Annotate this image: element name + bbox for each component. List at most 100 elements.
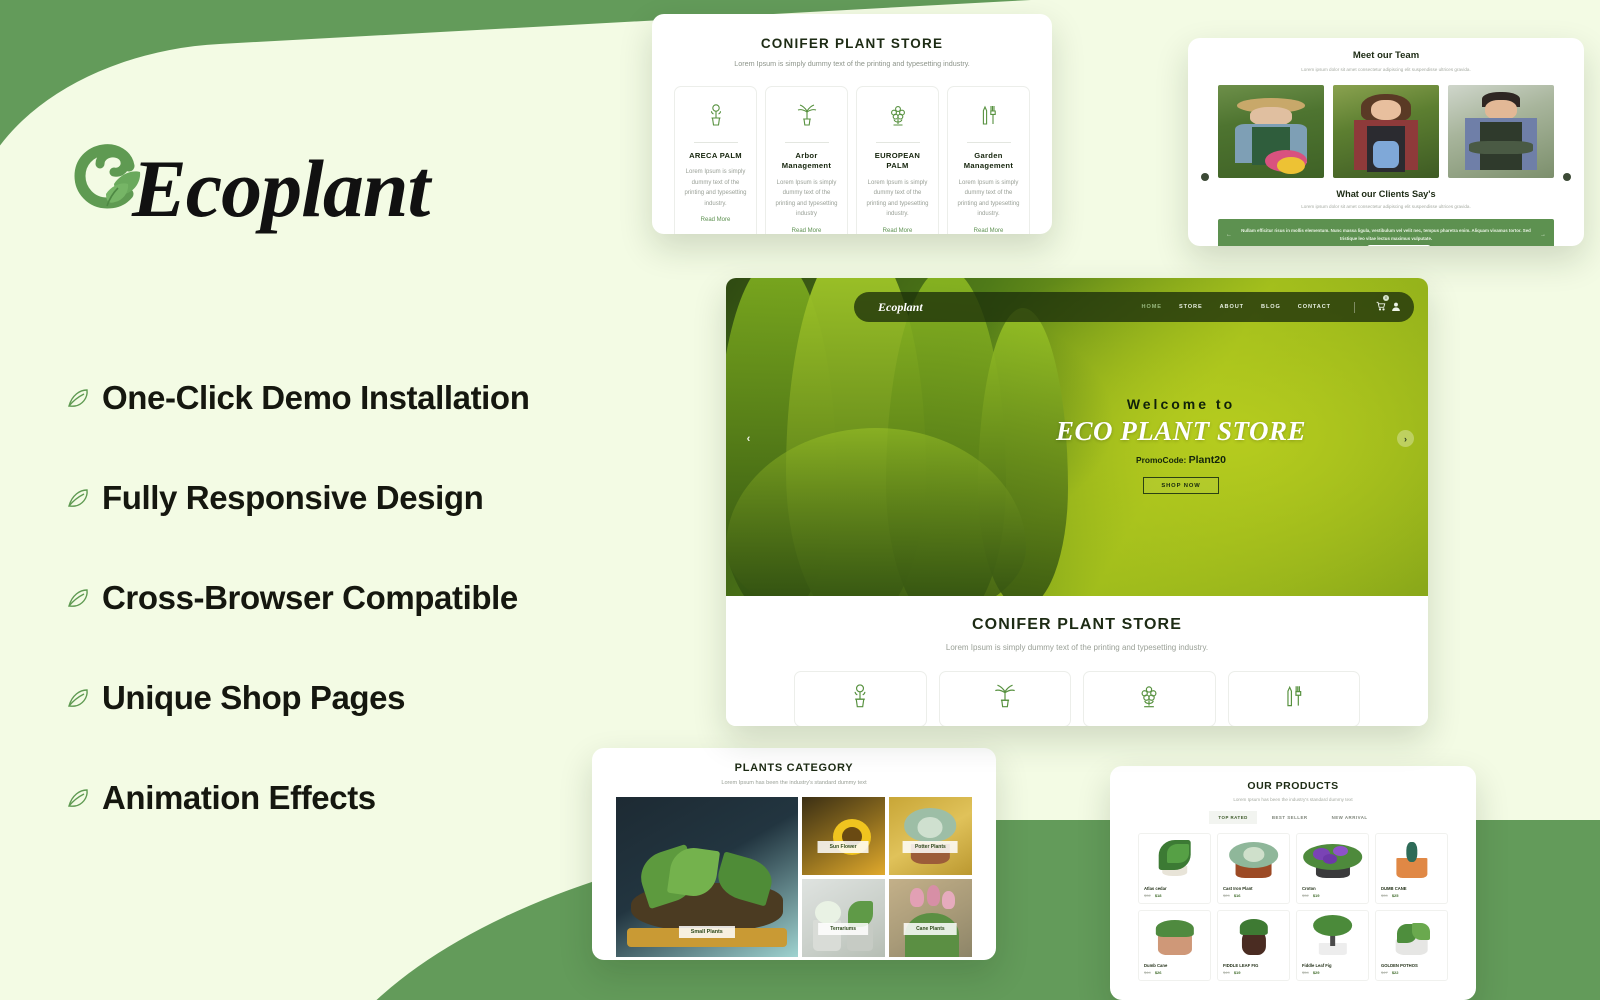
leaf-bullet-icon: [66, 687, 102, 709]
hero-next-arrow[interactable]: ›: [1397, 430, 1414, 447]
team-member-photo[interactable]: [1448, 84, 1554, 178]
section-card[interactable]: [794, 671, 927, 726]
service-card[interactable]: EUROPEAN PALM Lorem Ipsum is simply dumm…: [856, 86, 939, 234]
section-title: CONIFER PLANT STORE: [972, 616, 1182, 633]
feature-list: One-Click Demo Installation Fully Respon…: [66, 348, 626, 848]
product-name: Atlas cedar: [1144, 886, 1167, 891]
service-name: Garden Management: [963, 151, 1014, 171]
service-card[interactable]: Garden Management Lorem Ipsum is simply …: [947, 86, 1030, 234]
our-products-preview-card[interactable]: OUR PRODUCTS Lorem Ipsum has been the in…: [1110, 766, 1476, 1000]
feature-item: Animation Effects: [66, 748, 626, 848]
category-label: Small Plants: [678, 925, 735, 938]
hero-title: ECO PLANT STORE: [1055, 416, 1306, 446]
product-card[interactable]: DUMB CANE $39 $25: [1375, 833, 1448, 904]
nav-links: HOME STORE ABOUT BLOG CONTACT 0: [1142, 295, 1400, 316]
section-card[interactable]: [1227, 671, 1360, 726]
product-price: $32 $19: [1297, 891, 1368, 898]
tab-top-rated[interactable]: TOP RATED: [1209, 811, 1257, 824]
hero-prev-arrow[interactable]: ‹: [740, 430, 757, 447]
product-name: Croton: [1302, 886, 1316, 891]
read-more-link[interactable]: Read More: [955, 228, 1022, 234]
feature-label: Animation Effects: [102, 779, 376, 816]
testimonial-next-arrow[interactable]: →: [1540, 232, 1546, 238]
product-image: [1218, 834, 1289, 882]
product-old-price: $32: [1144, 893, 1151, 898]
service-card[interactable]: Arbor Management Lorem Ipsum is simply d…: [765, 86, 848, 234]
product-card[interactable]: Cast Iron Plant $29 $16: [1217, 833, 1290, 904]
product-old-price: $29: [1223, 893, 1230, 898]
testimonial-prev-arrow[interactable]: ←: [1226, 232, 1232, 238]
shopping-cart-icon[interactable]: 0: [1376, 295, 1389, 316]
nav-link-contact[interactable]: CONTACT: [1298, 304, 1331, 310]
category-featured-tile[interactable]: Small Plants: [616, 797, 798, 957]
product-old-price: $44: [1144, 970, 1151, 975]
team-member-photo[interactable]: [1333, 84, 1439, 178]
product-old-price: $47: [1381, 970, 1388, 975]
conifer-store-preview-card[interactable]: CONIFER PLANT STORE Lorem Ipsum is simpl…: [652, 14, 1052, 234]
product-price: $49 $19: [1218, 968, 1289, 975]
service-name: ARECA PALM: [689, 151, 742, 161]
flower-icon: [864, 99, 931, 133]
service-description: Lorem Ipsum is simply dummy text of the …: [775, 179, 838, 218]
feature-label: Cross-Browser Compatible: [102, 579, 518, 616]
nav-link-about[interactable]: ABOUT: [1220, 304, 1244, 310]
category-tile[interactable]: Terrariums: [801, 879, 885, 957]
clients-title: What our Clients Say's: [1336, 188, 1436, 199]
hero-promo: PromoCode: Plant20: [1056, 454, 1306, 466]
nav-link-home[interactable]: HOME: [1142, 304, 1162, 310]
product-card[interactable]: GOLDEN POTHOS $47 $22: [1375, 910, 1448, 981]
product-new-price: $19: [1312, 893, 1320, 898]
feature-label: Unique Shop Pages: [102, 679, 406, 716]
cart-badge: 0: [1383, 295, 1389, 301]
product-card[interactable]: Dumb Cane $44 $26: [1138, 910, 1211, 981]
category-tile[interactable]: Potter Plants: [888, 797, 972, 875]
category-label: Terrariums: [818, 923, 869, 936]
category-label: Potter Plants: [902, 841, 958, 854]
read-more-link[interactable]: Read More: [773, 228, 840, 234]
plants-category-preview-card[interactable]: PLANTS CATEGORY Lorem Ipsum has been the…: [592, 748, 996, 960]
category-label: Cane Plants: [904, 923, 957, 936]
team-prev-dot[interactable]: [1201, 172, 1209, 181]
main-site-preview-window[interactable]: Ecoplant HOME STORE ABOUT BLOG CONTACT 0: [726, 278, 1428, 726]
product-card[interactable]: FIDDLE LEAF FIG $49 $19: [1217, 910, 1290, 981]
product-image: [1376, 834, 1447, 882]
tab-new-arrival[interactable]: NEW ARRIVAL: [1323, 811, 1377, 824]
testimonial-text: Nullam efficitur risus in mollis element…: [1241, 228, 1531, 242]
section-card[interactable]: [1083, 671, 1216, 726]
read-more-link[interactable]: Read More: [682, 217, 749, 223]
leaf-bullet-icon: [66, 587, 102, 609]
products-tabs: TOP RATED BEST SELLER NEW ARRIVAL: [1138, 811, 1448, 824]
feature-label: One-Click Demo Installation: [102, 379, 530, 416]
category-tile[interactable]: Sun Flower: [801, 797, 885, 875]
category-tile[interactable]: Cane Plants: [888, 879, 972, 957]
divider: [966, 142, 1011, 144]
service-card[interactable]: ARECA PALM Lorem Ipsum is simply dummy t…: [674, 86, 757, 234]
nav-brand-logo[interactable]: Ecoplant: [878, 300, 923, 315]
product-price: $39 $25: [1376, 891, 1447, 898]
product-card[interactable]: Atlas cedar $32 $18: [1138, 833, 1211, 904]
product-price: $29 $16: [1218, 891, 1289, 898]
user-account-icon[interactable]: [1392, 298, 1400, 316]
category-title: PLANTS CATEGORY: [734, 762, 854, 774]
feature-item: Cross-Browser Compatible: [66, 548, 626, 648]
product-card[interactable]: Croton $32 $19: [1296, 833, 1369, 904]
team-preview-card[interactable]: Meet our Team Lorem ipsum dolor sit amet…: [1188, 38, 1584, 246]
feature-item: Unique Shop Pages: [66, 648, 626, 748]
read-more-link[interactable]: Read More: [864, 228, 931, 234]
left-intro-column: Ecoplant One-Click Demo Installation Ful…: [0, 0, 640, 1000]
shop-now-button[interactable]: SHOP NOW: [1142, 477, 1219, 494]
flower-icon: [1137, 683, 1161, 716]
team-next-dot[interactable]: [1563, 172, 1571, 181]
product-old-price: $49: [1223, 970, 1230, 975]
tab-best-seller[interactable]: BEST SELLER: [1263, 811, 1317, 824]
category-grid: Small Plants Sun Flower Potter Plants Te…: [616, 797, 972, 957]
hero-welcome-text: Welcome to: [1126, 396, 1236, 412]
section-card[interactable]: [938, 671, 1071, 726]
nav-link-store[interactable]: STORE: [1179, 304, 1203, 310]
product-card[interactable]: Fiddle Leaf Fig $54 $29: [1296, 910, 1369, 981]
nav-link-blog[interactable]: BLOG: [1261, 304, 1281, 310]
feature-label: Fully Responsive Design: [102, 479, 484, 516]
team-member-photo[interactable]: [1218, 84, 1324, 178]
category-label: Sun Flower: [817, 841, 869, 854]
product-price: $44 $26: [1139, 968, 1210, 975]
